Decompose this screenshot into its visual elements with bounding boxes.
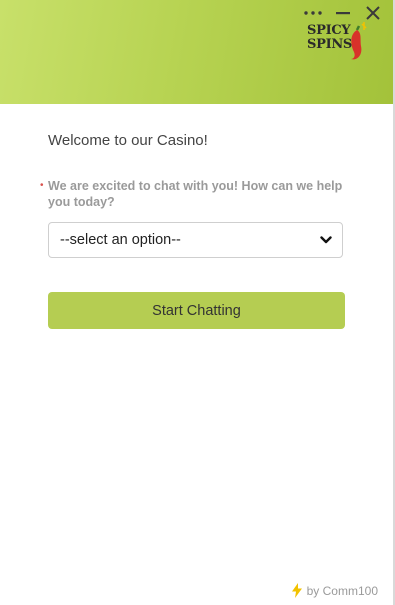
powered-by[interactable]: by Comm100 xyxy=(291,583,378,598)
chili-pepper-icon xyxy=(351,22,367,60)
spicy-spins-logo: SPICY SPINS xyxy=(307,22,367,64)
welcome-message: Welcome to our Casino! xyxy=(48,132,208,149)
start-chatting-button[interactable]: Start Chatting xyxy=(48,292,345,329)
chevron-down-icon xyxy=(320,236,332,244)
minimize-icon[interactable] xyxy=(333,4,353,22)
footer-text: by Comm100 xyxy=(306,583,378,598)
logo-line1: SPICY xyxy=(307,23,351,38)
chat-header: SPICY SPINS xyxy=(0,0,393,104)
window-controls xyxy=(303,4,383,22)
select-value: --select an option-- xyxy=(60,232,181,248)
close-icon[interactable] xyxy=(363,4,383,22)
required-marker: • xyxy=(40,180,44,191)
option-select[interactable]: --select an option-- xyxy=(48,222,343,258)
question-label: We are excited to chat with you! How can… xyxy=(48,179,343,209)
lightning-bolt-icon xyxy=(291,583,302,598)
logo-line2: SPINS xyxy=(307,37,353,52)
logo-text: SPICY SPINS xyxy=(307,24,352,52)
more-options-icon[interactable] xyxy=(303,4,323,22)
